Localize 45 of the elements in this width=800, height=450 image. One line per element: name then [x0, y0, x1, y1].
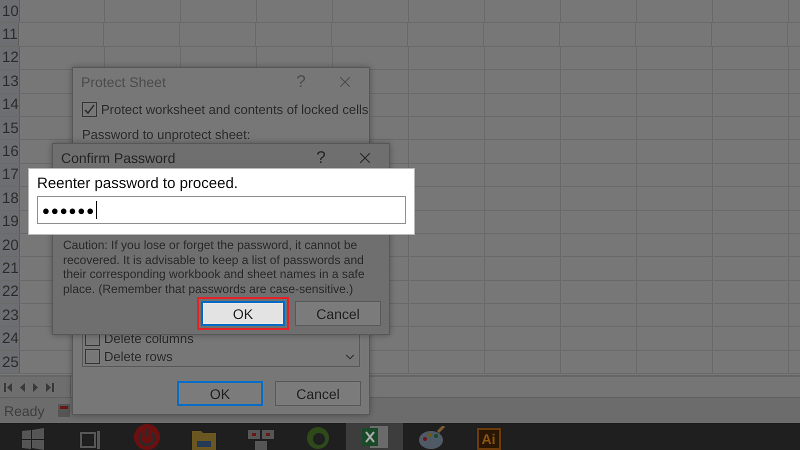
previous-sheet-icon[interactable]: [20, 382, 25, 392]
row-number: 13: [0, 70, 20, 93]
row-number: 19: [0, 210, 20, 233]
prompt-label: Reenter password to proceed.: [37, 175, 239, 192]
power-icon[interactable]: [134, 424, 160, 450]
macro-record-icon[interactable]: [58, 404, 70, 417]
spreadsheet-app-icon[interactable]: [362, 424, 388, 450]
ok-button[interactable]: OK: [177, 381, 263, 406]
row-number: 22: [0, 280, 20, 304]
row-number: 20: [0, 234, 20, 256]
checkbox[interactable]: [82, 102, 97, 117]
ring-app-icon[interactable]: [306, 426, 330, 450]
row-number: 24: [0, 327, 20, 350]
checkbox[interactable]: [85, 349, 100, 364]
cancel-button[interactable]: Cancel: [275, 381, 361, 406]
last-sheet-icon[interactable]: [46, 382, 54, 392]
checkbox-label: Protect worksheet and contents of locked cells: [101, 102, 368, 117]
taskbar-slot[interactable]: Ai: [460, 423, 517, 450]
palette-icon[interactable]: [418, 426, 446, 450]
folder-icon[interactable]: [192, 428, 216, 450]
password-label: Password to unprotect sheet:: [82, 127, 252, 142]
first-sheet-icon[interactable]: [4, 382, 12, 392]
row-number: 10: [0, 0, 20, 22]
row-number: 21: [0, 257, 20, 280]
illustrator-app-icon[interactable]: Ai: [476, 428, 500, 450]
permission-label: Delete rows: [104, 349, 173, 364]
task-view-icon[interactable]: [78, 430, 100, 450]
row-number: 18: [0, 187, 20, 210]
row-number: 15: [0, 116, 20, 140]
row-number: 23: [0, 304, 20, 326]
row-number: 25: [0, 350, 20, 374]
row-number: 16: [0, 140, 20, 163]
row-number: 11: [0, 23, 19, 46]
active-taskbar-slot[interactable]: [346, 423, 403, 450]
cancel-button[interactable]: Cancel: [295, 301, 381, 326]
help-button[interactable]: ?: [301, 148, 341, 168]
row-number: 17: [0, 164, 20, 186]
dialog-title: Confirm Password: [61, 150, 176, 166]
next-sheet-icon[interactable]: [33, 382, 38, 392]
caution-text: Caution: If you lose or forget the password, it cannot be recovered. It is advisable to keep a list of passwords and their corresponding workbook and sheet names in a safe place. (Remember that passwords are case-sensitive.): [62, 238, 366, 296]
password-field[interactable]: ●●●●●●: [37, 196, 406, 224]
row-number: 14: [0, 94, 20, 116]
help-button[interactable]: ?: [281, 72, 321, 92]
windows-icon[interactable]: [22, 428, 44, 450]
row-number: 12: [0, 46, 20, 70]
